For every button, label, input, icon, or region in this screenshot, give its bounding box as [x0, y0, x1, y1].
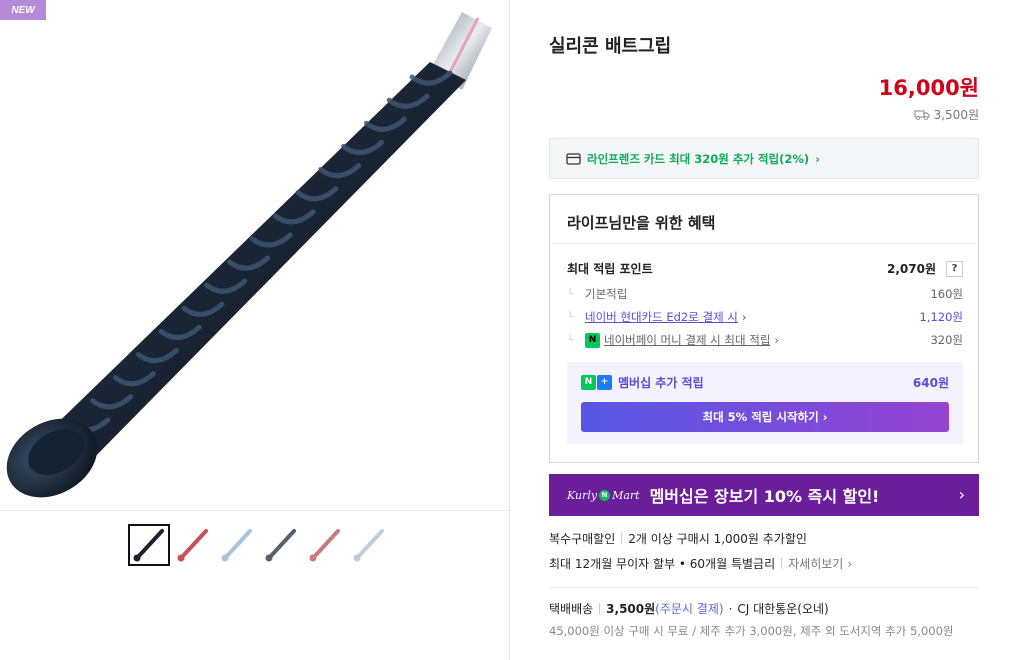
chevron-right-icon: ›: [741, 310, 747, 324]
kurly-mart-banner[interactable]: Kurly N Mart 멤버십은 장보기 10% 즉시 할인! ›: [549, 474, 979, 516]
chevron-right-icon: ›: [822, 410, 828, 424]
benefit-title: 라이프님만을 위한 혜택: [567, 214, 716, 232]
delivery-type: 택배배송: [549, 602, 594, 616]
thumbnail-list: [128, 524, 390, 566]
bat-grip-image: [6, 12, 492, 498]
gallery-divider: [0, 510, 510, 511]
discount-value: 2개 이상 구매시 1,000원 추가할인: [628, 532, 807, 546]
chevron-right-icon: ›: [958, 485, 965, 504]
thumbnail-gray[interactable]: [260, 524, 302, 566]
kurly-mart-logo: Kurly N Mart: [567, 489, 640, 502]
divider: [550, 243, 978, 244]
point-value: 320원: [930, 333, 963, 347]
separator-dot: ·: [728, 601, 733, 616]
bat-grip-thumbnail-image: [353, 529, 384, 562]
membership-value: 640원: [912, 376, 949, 390]
thumbnail-black[interactable]: [128, 524, 170, 566]
tree-branch-icon: └: [567, 334, 574, 346]
logo-text-right: Mart: [612, 488, 640, 502]
installment-info: 최대 12개월 무이자 할부 • 60개월 특별금리 자세히보기 ›: [549, 555, 852, 572]
discount-label: 복수구매할인: [549, 532, 616, 546]
bat-grip-thumbnail-image: [133, 529, 164, 562]
point-label-link[interactable]: 네이버페이 머니 결제 시 최대 적립: [604, 332, 770, 348]
point-value: 160원: [930, 287, 963, 301]
thumbnail-pink[interactable]: [304, 524, 346, 566]
bat-grip-thumbnail-image: [309, 529, 340, 562]
membership-start-button[interactable]: 최대 5% 적립 시작하기 ›: [581, 402, 949, 432]
banner-text: 멤버십은 장보기 10% 즉시 할인!: [649, 487, 880, 506]
tree-branch-icon: └: [567, 311, 574, 323]
thumbnail-red[interactable]: [172, 524, 214, 566]
product-title: 실리콘 배트그립: [549, 36, 672, 57]
multi-purchase-discount: 복수구매할인 2개 이상 구매시 1,000원 추가할인: [549, 530, 807, 547]
delivery-fee: 3,500원: [606, 602, 656, 616]
max-point-row: 최대 적립 포인트 2,070원 ?: [567, 260, 963, 277]
npay-icon: N: [585, 332, 600, 348]
thumbnail-sky[interactable]: [348, 524, 390, 566]
max-point-value: 2,070원: [887, 262, 936, 276]
point-row-card[interactable]: └ 네이버 현대카드 Ed2로 결제 시 › 1,120원: [567, 309, 963, 325]
point-label-link[interactable]: 네이버 현대카드 Ed2로 결제 시: [585, 309, 738, 325]
membership-label: 멤버십 추가 적립: [618, 376, 704, 390]
membership-row: N + 멤버십 추가 적립 640원: [581, 374, 949, 391]
logo-badge: N: [599, 489, 611, 501]
credit-card-icon: [566, 152, 581, 165]
point-label: 기본적립: [585, 287, 628, 301]
logo-text-left: Kurly: [567, 488, 598, 502]
bat-grip-thumbnail-image: [221, 529, 252, 562]
truck-icon: [913, 110, 930, 120]
delivery-info: 택배배송 3,500원 (주문시 결제) · CJ 대한통운(오네): [549, 600, 829, 617]
help-button[interactable]: ?: [946, 260, 963, 277]
bat-grip-thumbnail-image: [177, 529, 208, 562]
membership-button-label: 최대 5% 적립 시작하기: [702, 410, 819, 424]
divider: [549, 587, 979, 588]
details-link[interactable]: 자세히보기: [788, 555, 843, 572]
delivery-courier: CJ 대한통운(오네): [737, 602, 829, 616]
point-row-npay[interactable]: └ N 네이버페이 머니 결제 시 최대 적립 › 320원: [567, 332, 963, 348]
divider: [621, 533, 623, 544]
divider: [781, 558, 783, 569]
tree-branch-icon: └: [567, 288, 574, 300]
new-badge: NEW: [0, 0, 46, 20]
nplus-icon: N +: [581, 375, 612, 390]
chevron-right-icon: ›: [815, 151, 820, 166]
benefit-panel: 라이프님만을 위한 혜택 최대 적립 포인트 2,070원 ? └ 기본적립 16…: [549, 194, 979, 463]
point-row-basic: └ 기본적립 160원: [567, 286, 963, 302]
card-benefit-link[interactable]: 라인프렌즈 카드 최대 320원 추가 적립(2%) ›: [549, 138, 979, 179]
delivery-payment: (주문시 결제): [655, 602, 724, 616]
column-divider: [509, 0, 510, 660]
bat-grip-thumbnail-image: [265, 529, 296, 562]
delivery-note: 45,000원 이상 구매 시 무료 / 제주 추가 3,000원, 제주 외 …: [549, 624, 954, 638]
thumbnail-light-blue[interactable]: [216, 524, 258, 566]
max-point-label: 최대 적립 포인트: [567, 262, 653, 276]
installment-text: 최대 12개월 무이자 할부 • 60개월 특별금리: [549, 557, 776, 571]
product-price: 16,000원: [878, 76, 979, 100]
product-main-image[interactable]: NEW: [0, 0, 510, 510]
divider: [599, 603, 601, 614]
card-benefit-text: 라인프렌즈 카드 최대 320원 추가 적립(2%): [587, 151, 810, 166]
point-value: 1,120원: [919, 310, 963, 324]
membership-box: N + 멤버십 추가 적립 640원 최대 5% 적립 시작하기 ›: [567, 362, 963, 444]
shipping-fee-value: 3,500원: [933, 108, 979, 122]
product-gallery: NEW: [0, 0, 510, 660]
shipping-fee: 3,500원: [913, 106, 979, 123]
chevron-right-icon: ›: [847, 556, 853, 571]
chevron-right-icon: ›: [774, 333, 780, 347]
